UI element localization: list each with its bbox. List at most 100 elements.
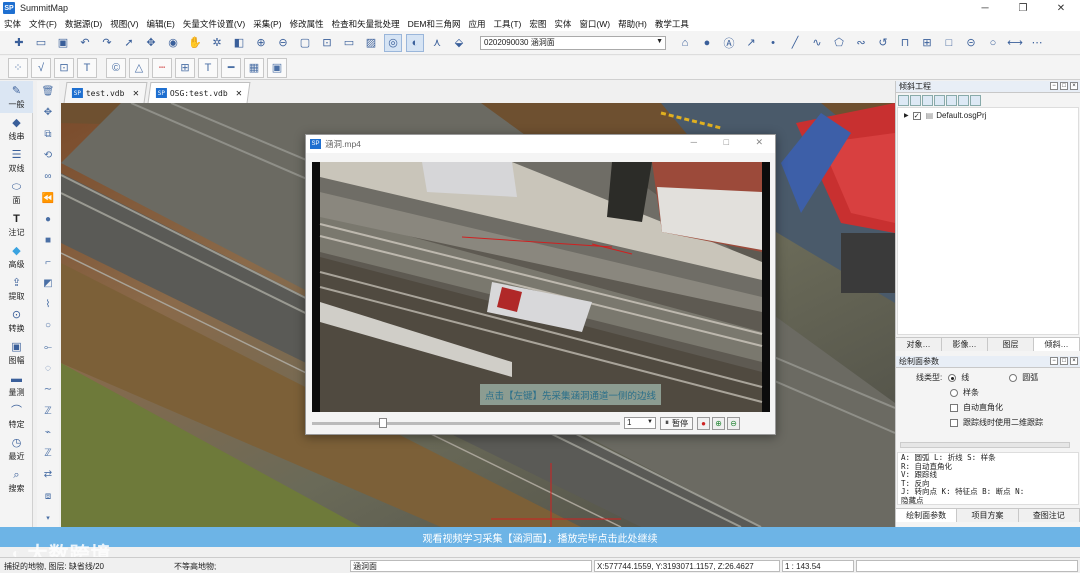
tool-search[interactable]: ⌕ 搜索 <box>0 465 33 497</box>
snap-points-icon[interactable]: ⁘ <box>8 57 28 78</box>
text-tool-icon[interactable]: T <box>198 57 218 78</box>
copy-move-icon[interactable]: ⧉ <box>37 124 59 145</box>
tool-advanced[interactable]: ◆ 高级 <box>0 241 33 273</box>
project-new-icon[interactable] <box>898 94 909 106</box>
zeta-icon[interactable]: ℤ <box>37 400 59 421</box>
volume-up-icon[interactable]: ⊕ <box>712 416 725 430</box>
maximize-button[interactable]: ❐ <box>1004 0 1042 16</box>
tool-measure[interactable]: ▬ 量测 <box>0 369 33 401</box>
panel-close-icon[interactable]: × <box>1070 82 1078 90</box>
draw-spiral-icon[interactable]: ↺ <box>874 34 892 52</box>
menu-entity[interactable]: 实体 <box>4 18 21 30</box>
tree-item-default-osgprj[interactable]: ▶ ✓ ▤ Default.osgPrj <box>904 111 1072 120</box>
draw-bridge-icon[interactable]: ⊓ <box>896 34 914 52</box>
settings-icon[interactable]: ✲ <box>208 34 226 52</box>
draw-polyline-icon[interactable]: ∿ <box>808 34 826 52</box>
panel-restore-icon[interactable]: □ <box>1060 82 1068 90</box>
menu-check-batch[interactable]: 检查和矢量批处理 <box>332 18 400 30</box>
tool-double-line[interactable]: ☰ 双线 <box>0 145 33 177</box>
line-type-arc-radio[interactable] <box>1009 373 1018 382</box>
smooth-icon[interactable]: ⌁ <box>37 422 59 443</box>
project-open-icon[interactable] <box>910 94 921 106</box>
model-view-icon[interactable]: ◐ <box>406 33 424 52</box>
menu-file[interactable]: 文件(F) <box>29 18 57 30</box>
select-icon[interactable]: ➚ <box>120 34 138 52</box>
menu-edit[interactable]: 编辑(E) <box>147 18 175 30</box>
frame-icon[interactable]: ▣ <box>267 57 287 78</box>
tool-polygon[interactable]: ⬭ 面 <box>0 177 33 209</box>
vertex-icon[interactable]: ⋏ <box>428 34 446 52</box>
draw-rect-icon[interactable]: □ <box>940 34 958 52</box>
offset-icon[interactable]: ◌ <box>37 358 59 379</box>
draw-line-icon[interactable]: ╱ <box>786 34 804 52</box>
project-window-icon[interactable] <box>946 94 957 106</box>
tool-specific[interactable]: ⌒ 特定 <box>0 401 33 433</box>
tool-map-sheet[interactable]: ▣ 图幅 <box>0 337 33 369</box>
corner-icon[interactable]: ◩ <box>37 273 59 294</box>
snap-curve-icon[interactable]: √ <box>31 57 51 78</box>
record-icon[interactable]: ● <box>697 416 710 430</box>
table-grid-icon[interactable]: ▦ <box>244 57 264 78</box>
stack-icon[interactable]: ⧈ <box>37 486 59 507</box>
tab-oblique[interactable]: 倾斜… <box>1034 338 1080 351</box>
line-width-icon[interactable]: ━ <box>221 57 241 78</box>
monitor-icon[interactable]: ▭ <box>340 34 358 52</box>
delete-icon[interactable]: 🗑 <box>37 81 59 102</box>
minimize-button[interactable]: ─ <box>966 0 1004 16</box>
video-maximize-button[interactable]: □ <box>724 137 729 147</box>
tab-close-icon[interactable]: ✕ <box>132 88 138 99</box>
layers-icon[interactable]: ◧ <box>230 34 248 52</box>
new-icon[interactable]: ✚ <box>10 34 28 52</box>
draw-arc-icon[interactable]: ↗ <box>742 34 760 52</box>
menu-modify-attr[interactable]: 修改属性 <box>290 18 324 30</box>
zoom-out-icon[interactable]: ⊖ <box>274 34 292 52</box>
tab-map-annotation[interactable]: 查图注记 <box>1019 509 1080 522</box>
line-type-spline-radio[interactable] <box>950 388 958 397</box>
multi-select-icon[interactable]: ✥ <box>142 34 160 52</box>
draw-ring-icon[interactable]: ○ <box>984 34 1002 52</box>
tool-annotation[interactable]: T 注记 <box>0 209 33 241</box>
track-2d-checkbox[interactable] <box>950 418 958 427</box>
save-icon[interactable]: ▣ <box>54 34 72 52</box>
menu-help[interactable]: 帮助(H) <box>618 18 647 30</box>
menu-apply[interactable]: 应用 <box>468 18 485 30</box>
tab-project-scheme[interactable]: 项目方案 <box>957 509 1019 522</box>
polyline-icon[interactable]: ⌇ <box>37 294 59 315</box>
more-tools-icon[interactable]: ⋯ <box>1028 34 1046 52</box>
open-icon[interactable]: ▭ <box>32 34 50 52</box>
close-button[interactable]: ✕ <box>1042 0 1080 16</box>
grid-box-icon[interactable]: ⊞ <box>175 57 195 78</box>
video-frame[interactable]: 点击【左键】先采集涵洞通道一侧的边线 <box>312 162 770 412</box>
video-progress-handle[interactable] <box>378 417 387 428</box>
tool-general[interactable]: ✎ 一般 <box>0 81 33 113</box>
project-image-icon[interactable] <box>970 94 981 106</box>
draw-polygon-icon[interactable]: ⬠ <box>830 34 848 52</box>
height-z-icon[interactable]: ℤ <box>37 443 59 464</box>
split-icon[interactable]: ⟜ <box>37 337 59 358</box>
draw-building-icon[interactable]: ⊞ <box>918 34 936 52</box>
menu-capture[interactable]: 采集(P) <box>253 18 281 30</box>
circle-c-icon[interactable]: © <box>106 57 126 78</box>
triangle-icon[interactable]: △ <box>129 57 149 78</box>
video-close-button[interactable]: ✕ <box>755 137 763 148</box>
menu-window[interactable]: 窗口(W) <box>579 18 610 30</box>
zoom-extent-icon[interactable]: ▢ <box>296 34 314 52</box>
menu-vector-settings[interactable]: 矢量文件设置(V) <box>183 18 245 30</box>
params-scrollbar[interactable] <box>900 442 1070 448</box>
playback-speed-select[interactable]: 1 ▼ <box>624 417 656 429</box>
fit-icon[interactable]: ⊡ <box>318 34 336 52</box>
draw-curve-icon[interactable]: ∾ <box>852 34 870 52</box>
move-icon[interactable]: ✥ <box>37 102 59 123</box>
snap-box-icon[interactable]: ⊡ <box>54 57 74 78</box>
lock-icon[interactable]: ⌂ <box>676 34 694 52</box>
wave-icon[interactable]: ∼ <box>37 379 59 400</box>
project-table-icon[interactable] <box>958 94 969 106</box>
menu-dem[interactable]: DEM和三角网 <box>408 18 461 30</box>
auto-right-angle-checkbox[interactable] <box>950 403 958 412</box>
point-icon[interactable]: • <box>764 34 782 52</box>
redo-icon[interactable]: ↷ <box>98 34 116 52</box>
tree-expand-icon[interactable]: ▶ <box>904 112 909 119</box>
draw-circle-icon[interactable]: ⊝ <box>962 34 980 52</box>
tab-close-icon[interactable]: ✕ <box>235 88 241 99</box>
tree-item-checkbox[interactable]: ✓ <box>912 111 921 120</box>
